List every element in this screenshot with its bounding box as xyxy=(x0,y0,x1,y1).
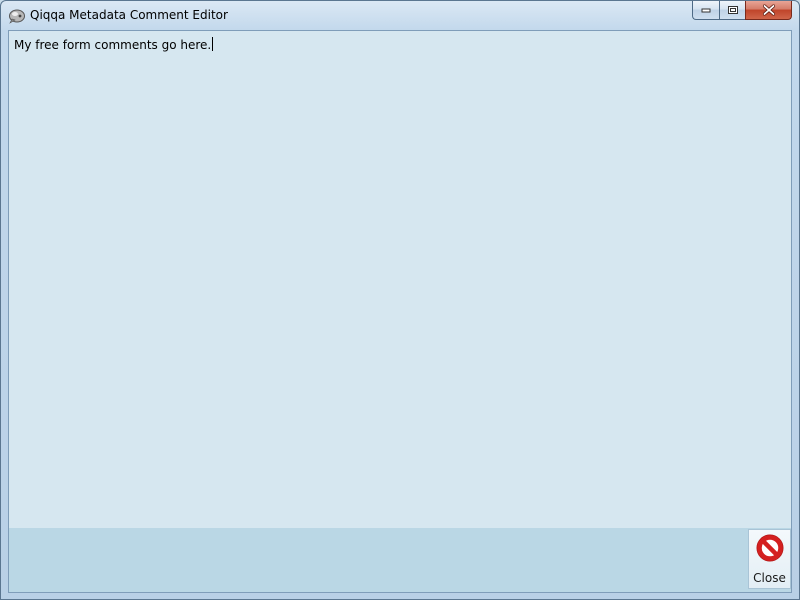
restore-button[interactable] xyxy=(719,1,745,20)
close-button-label: Close xyxy=(753,571,786,585)
close-icon xyxy=(762,4,775,16)
qiqqa-app-icon xyxy=(8,7,26,24)
close-button[interactable]: Close xyxy=(748,529,791,589)
close-window-button[interactable] xyxy=(745,1,792,20)
comment-value: My free form comments go here. xyxy=(14,38,212,52)
client-area: My free form comments go here. Close xyxy=(8,30,792,593)
restore-icon xyxy=(727,6,738,14)
minimize-button[interactable] xyxy=(692,1,719,20)
title-bar[interactable]: Qiqqa Metadata Comment Editor xyxy=(1,1,799,30)
window-title: Qiqqa Metadata Comment Editor xyxy=(30,8,228,22)
minimize-icon xyxy=(701,8,711,13)
caption-buttons xyxy=(692,1,792,21)
text-caret xyxy=(212,37,214,51)
comment-textbox[interactable]: My free form comments go here. xyxy=(9,31,791,529)
window: Qiqqa Metadata Comment Editor My free fo… xyxy=(0,0,800,600)
no-entry-icon xyxy=(755,533,785,563)
comment-text: My free form comments go here. xyxy=(14,37,214,52)
button-bar: Close xyxy=(9,528,791,592)
